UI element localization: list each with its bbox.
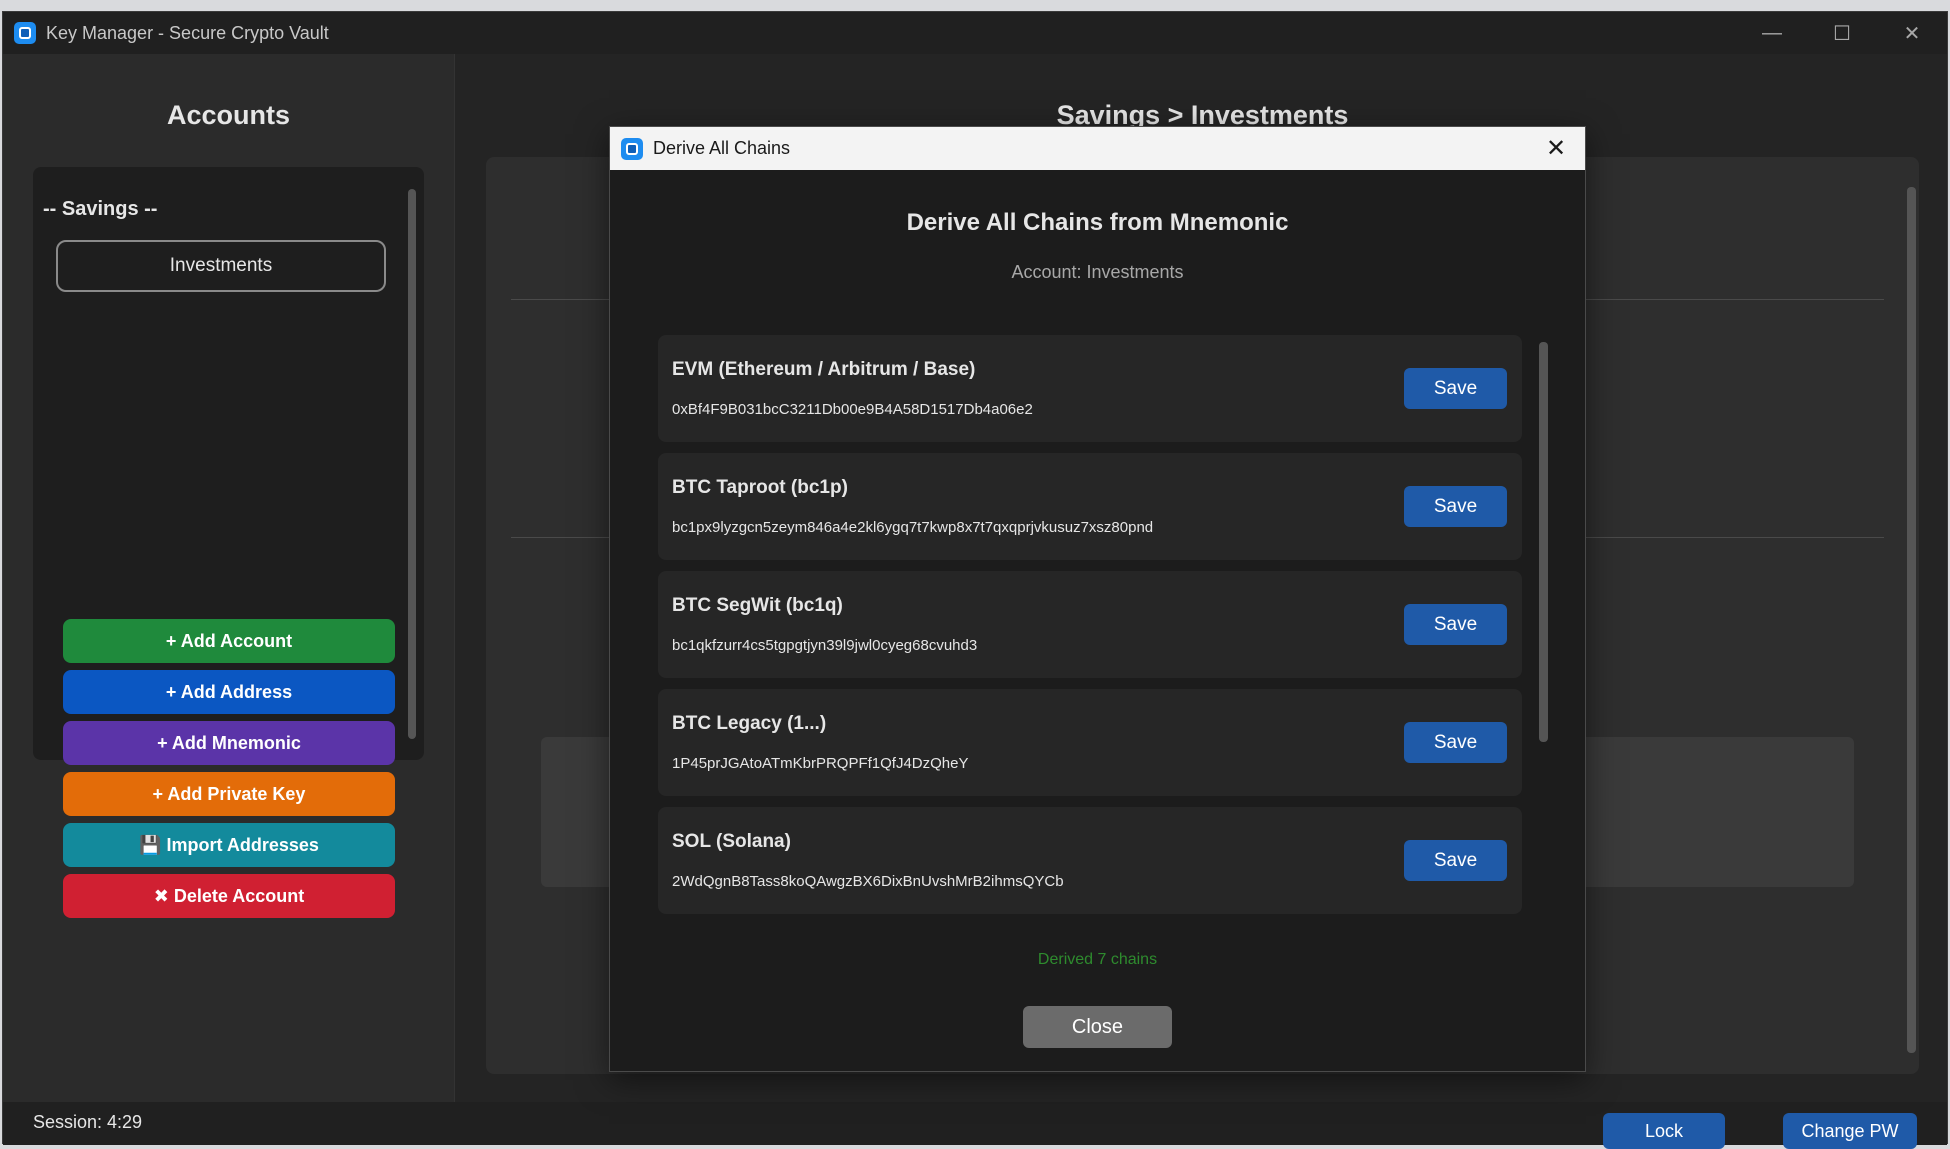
add-address-button[interactable]: + Add Address (63, 670, 395, 714)
title-bar: Key Manager - Secure Crypto Vault — ☐ ✕ (3, 12, 1947, 54)
status-bar: Session: 4:29 Lock Change PW (3, 1102, 1947, 1149)
chain-name: SOL (Solana) (672, 831, 791, 852)
dialog-close-icon[interactable]: ✕ (1541, 133, 1571, 163)
dialog-scrollbar[interactable] (1539, 342, 1548, 742)
derive-chains-dialog: Derive All Chains ✕ Derive All Chains fr… (609, 126, 1586, 1072)
save-button[interactable]: Save (1404, 722, 1507, 763)
chain-card: BTC Taproot (bc1p) bc1px9lyzgcn5zeym846a… (658, 453, 1522, 560)
chain-card: BTC Legacy (1...) 1P45prJGAtoATmKbrPRQPF… (658, 689, 1522, 796)
sidebar-title: Accounts (166, 100, 291, 130)
dialog-subheading: Account: Investments (1011, 262, 1184, 282)
group-label-savings: -- Savings -- (43, 198, 158, 220)
add-private-key-button[interactable]: + Add Private Key (63, 772, 395, 816)
app-logo-icon (14, 22, 36, 44)
chain-card: SOL (Solana) 2WdQgnB8Tass8koQAwgzBX6DixB… (658, 807, 1522, 914)
derive-status-message: Derived 7 chains (1037, 951, 1158, 968)
chain-card: EVM (Ethereum / Arbitrum / Base) 0xBf4F9… (658, 335, 1522, 442)
add-mnemonic-button[interactable]: + Add Mnemonic (63, 721, 395, 765)
dialog-title: Derive All Chains (653, 138, 791, 158)
sidebar: Accounts -- Savings -- Investments + Add… (3, 54, 455, 1102)
window-title: Key Manager - Secure Crypto Vault (46, 22, 329, 43)
close-button[interactable]: Close (1023, 1006, 1172, 1048)
window-controls: — ☐ ✕ (1737, 12, 1947, 54)
chain-name: EVM (Ethereum / Arbitrum / Base) (672, 359, 976, 380)
chain-card: BTC SegWit (bc1q) bc1qkfzurr4cs5tgpgtjyn… (658, 571, 1522, 678)
delete-account-button[interactable]: ✖ Delete Account (63, 874, 395, 918)
dialog-title-bar: Derive All Chains ✕ (610, 127, 1585, 170)
main-scrollbar[interactable] (1907, 187, 1916, 1053)
account-list-scrollbar[interactable] (408, 189, 416, 739)
chain-address: 2WdQgnB8Tass8koQAwgzBX6DixBnUvshMrB2ihms… (672, 873, 1064, 890)
maximize-button[interactable]: ☐ (1807, 12, 1877, 54)
window-close-button[interactable]: ✕ (1877, 12, 1947, 54)
import-addresses-button[interactable]: 💾 Import Addresses (63, 823, 395, 867)
add-account-button[interactable]: + Add Account (63, 619, 395, 663)
chain-name: BTC Taproot (bc1p) (672, 477, 848, 498)
minimize-button[interactable]: — (1737, 12, 1807, 54)
chain-address: 1P45prJGAtoATmKbrPRQPFf1QfJ4DzQheY (672, 755, 969, 772)
chain-address: bc1qkfzurr4cs5tgpgtjyn39l9jwl0cyeg68cvuh… (672, 637, 978, 654)
save-button[interactable]: Save (1404, 840, 1507, 881)
chain-name: BTC Legacy (1...) (672, 713, 827, 734)
save-button[interactable]: Save (1404, 368, 1507, 409)
app-logo-icon (621, 137, 643, 160)
save-button[interactable]: Save (1404, 486, 1507, 527)
dialog-heading: Derive All Chains from Mnemonic (906, 209, 1289, 236)
chain-name: BTC SegWit (bc1q) (672, 595, 843, 616)
account-item-investments[interactable]: Investments (56, 240, 386, 292)
save-button[interactable]: Save (1404, 604, 1507, 645)
chain-address: 0xBf4F9B031bcC3211Db00e9B4A58D1517Db4a06… (672, 401, 1033, 418)
session-timer: Session: 4:29 (33, 1112, 143, 1132)
chain-address: bc1px9lyzgcn5zeym846a4e2kl6ygq7t7kwp8x7t… (672, 519, 1154, 536)
